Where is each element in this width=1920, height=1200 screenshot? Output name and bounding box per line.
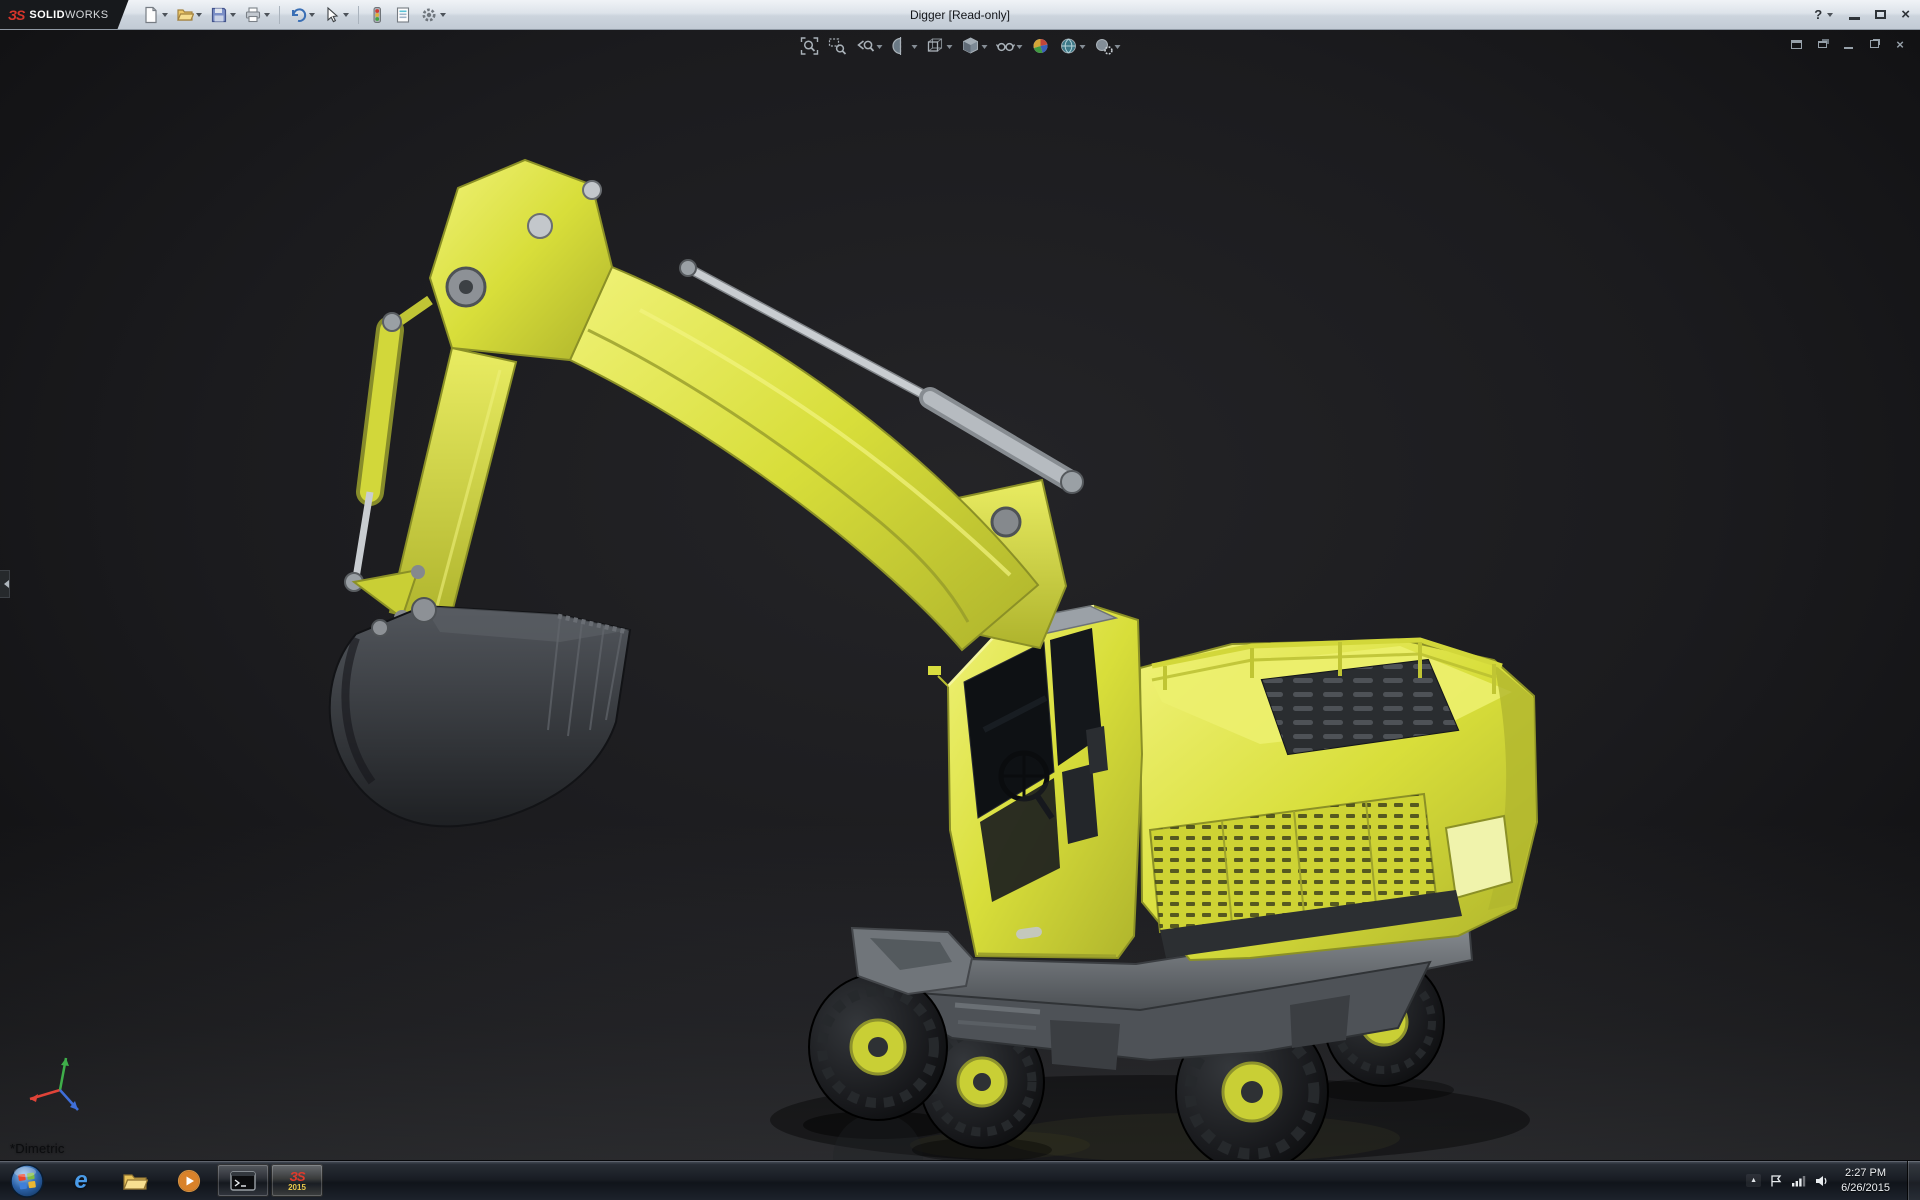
titlebar: ЗS SOLIDWORKS Digger xyxy=(0,0,1920,30)
y-axis-green xyxy=(60,1058,69,1090)
operator-cab xyxy=(928,606,1142,958)
side-mirror xyxy=(928,666,948,686)
apply-scene-icon[interactable] xyxy=(1057,35,1088,57)
doc-minimize-icon[interactable] xyxy=(1838,36,1858,52)
doc-new-window-icon[interactable] xyxy=(1786,36,1806,52)
media-player-icon xyxy=(177,1169,201,1193)
maximize-button[interactable] xyxy=(1875,10,1886,19)
main-toolbar xyxy=(139,4,449,26)
undo-icon[interactable] xyxy=(286,4,318,26)
seat xyxy=(1062,764,1098,844)
x-axis-red xyxy=(30,1090,60,1102)
boom xyxy=(570,267,1038,650)
close-button[interactable]: × xyxy=(1901,7,1910,22)
start-button[interactable] xyxy=(0,1161,54,1200)
network-icon[interactable] xyxy=(1791,1174,1806,1187)
solidworks-logo-icon: ЗS xyxy=(8,7,24,23)
titlebar-controls: ? × xyxy=(1814,7,1920,22)
solidworks-logo: ЗS SOLIDWORKS xyxy=(0,0,129,29)
document-window-controls: × xyxy=(1786,36,1910,52)
view-settings-icon[interactable] xyxy=(1092,35,1123,57)
taskbar-command-prompt[interactable] xyxy=(217,1164,269,1197)
rebuild-traffic-light-icon[interactable] xyxy=(365,4,389,26)
side-window-right xyxy=(1446,816,1512,898)
doc-restore-icon[interactable] xyxy=(1864,36,1884,52)
zoom-to-fit-icon[interactable] xyxy=(798,35,822,57)
display-style-icon[interactable] xyxy=(959,35,990,57)
taskbar-clock[interactable]: 2:27 PM 6/26/2015 xyxy=(1837,1166,1894,1195)
doc-tile-windows-icon[interactable] xyxy=(1812,36,1832,52)
bucket xyxy=(330,598,630,826)
minimize-button[interactable] xyxy=(1849,17,1860,20)
internet-explorer-icon: e xyxy=(74,1167,87,1195)
save-icon[interactable] xyxy=(207,4,239,26)
brand-solid: SOLID xyxy=(29,9,65,21)
previous-view-icon[interactable] xyxy=(854,35,885,57)
edit-appearance-icon[interactable] xyxy=(1029,35,1053,57)
system-tray: ▲ 2:27 PM 6/26/2015 xyxy=(1746,1161,1920,1200)
file-properties-icon[interactable] xyxy=(391,4,415,26)
orientation-triad xyxy=(20,1050,100,1130)
action-center-icon[interactable] xyxy=(1769,1174,1783,1188)
brand-works: WORKS xyxy=(65,9,109,21)
doc-close-icon[interactable]: × xyxy=(1890,36,1910,52)
featuremanager-flyout-tab[interactable] xyxy=(0,570,10,598)
taskbar-solidworks-2015[interactable]: ЗS 2015 xyxy=(271,1164,323,1197)
z-axis-blue xyxy=(60,1090,78,1110)
clock-date: 6/26/2015 xyxy=(1841,1181,1890,1195)
engine-housing xyxy=(1140,640,1537,960)
options-gear-icon[interactable] xyxy=(417,4,449,26)
excavator-model xyxy=(0,30,1920,1160)
chevron-left-icon xyxy=(0,580,9,588)
select-cursor-icon[interactable] xyxy=(320,4,352,26)
toolbar-separator xyxy=(358,6,359,24)
help-button[interactable]: ? xyxy=(1814,7,1833,22)
taskbar-media-player[interactable] xyxy=(163,1164,215,1197)
solidworks-version-badge: 2015 xyxy=(288,1184,306,1192)
wheel-front-left xyxy=(809,974,947,1120)
clock-time: 2:27 PM xyxy=(1841,1166,1890,1180)
open-icon[interactable] xyxy=(173,4,205,26)
command-prompt-icon xyxy=(230,1171,256,1191)
show-desktop-button[interactable] xyxy=(1907,1161,1920,1200)
folder-icon xyxy=(122,1170,148,1192)
headsup-view-toolbar xyxy=(792,33,1129,59)
taskbar: e ЗS 2015 ▲ xyxy=(0,1160,1920,1200)
taskbar-windows-explorer[interactable] xyxy=(109,1164,161,1197)
view-orientation-icon[interactable] xyxy=(924,35,955,57)
view-orientation-label: *Dimetric xyxy=(10,1141,65,1156)
new-document-icon[interactable] xyxy=(139,4,171,26)
hidden-icons-chevron[interactable]: ▲ xyxy=(1746,1174,1761,1187)
section-view-icon[interactable] xyxy=(889,35,920,57)
taskbar-internet-explorer[interactable]: e xyxy=(55,1164,107,1197)
hide-show-items-icon[interactable] xyxy=(994,35,1025,57)
graphics-area[interactable]: × xyxy=(0,30,1920,1160)
volume-icon[interactable] xyxy=(1814,1174,1829,1188)
zoom-to-area-icon[interactable] xyxy=(826,35,850,57)
boom-pivot-pin xyxy=(992,508,1020,536)
solidworks-app-icon: ЗS xyxy=(289,1170,304,1183)
toolbar-separator xyxy=(279,6,280,24)
windows-orb-icon xyxy=(9,1163,45,1199)
print-icon[interactable] xyxy=(241,4,273,26)
